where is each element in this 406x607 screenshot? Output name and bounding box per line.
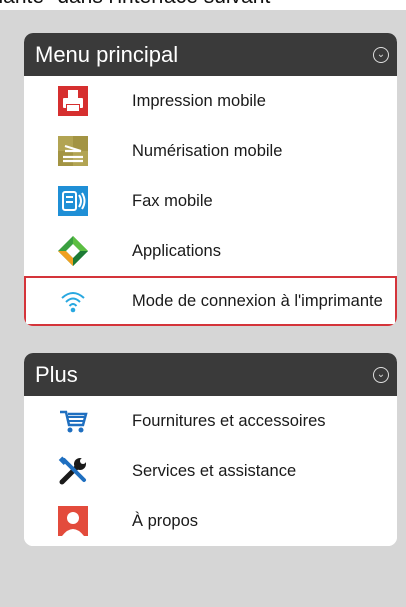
menu-item-label: Applications xyxy=(132,241,221,260)
menu-item-supplies[interactable]: Fournitures et accessoires xyxy=(24,396,397,446)
caption-text: rimante" dans l'interface suivant xyxy=(0,0,270,8)
top-caption: rimante" dans l'interface suivant xyxy=(0,0,406,10)
main-menu-title: Menu principal xyxy=(35,41,179,67)
menu-item-connection-mode[interactable]: Mode de connexion à l'imprimante xyxy=(24,276,397,326)
menu-item-label: À propos xyxy=(132,511,199,530)
menu-item-print[interactable]: Impression mobile xyxy=(24,76,397,126)
printer-icon xyxy=(57,85,89,117)
menu-item-services[interactable]: Services et assistance xyxy=(24,446,397,496)
chevron-down-icon[interactable]: ⌄ xyxy=(373,46,389,63)
plus-header[interactable]: Plus ⌄ xyxy=(24,353,397,396)
menu-item-label: Fax mobile xyxy=(132,191,213,210)
menu-item-applications[interactable]: Applications xyxy=(24,226,397,276)
scanner-icon xyxy=(57,135,89,167)
plus-panel: Plus ⌄ Fournitures et accessoires Servic… xyxy=(24,353,397,546)
tools-icon xyxy=(57,455,89,487)
chevron-down-icon[interactable]: ⌄ xyxy=(373,366,389,383)
cart-icon xyxy=(57,405,89,437)
menu-item-label: Mode de connexion à l'imprimante xyxy=(132,291,383,310)
menu-item-fax[interactable]: Fax mobile xyxy=(24,176,397,226)
menu-item-label: Numérisation mobile xyxy=(132,141,283,160)
menu-item-label: Impression mobile xyxy=(132,91,266,110)
menu-item-about[interactable]: À propos xyxy=(24,496,397,546)
plus-title: Plus xyxy=(35,361,78,387)
main-menu-panel: Menu principal ⌄ Impression mobile Numér… xyxy=(24,33,397,326)
fax-icon xyxy=(57,185,89,217)
person-icon xyxy=(57,505,89,537)
menu-item-scan[interactable]: Numérisation mobile xyxy=(24,126,397,176)
applications-icon xyxy=(57,235,89,267)
menu-item-label: Services et assistance xyxy=(132,461,297,480)
main-menu-header[interactable]: Menu principal ⌄ xyxy=(24,33,397,76)
wifi-icon xyxy=(57,285,89,317)
menu-item-label: Fournitures et accessoires xyxy=(132,411,326,430)
